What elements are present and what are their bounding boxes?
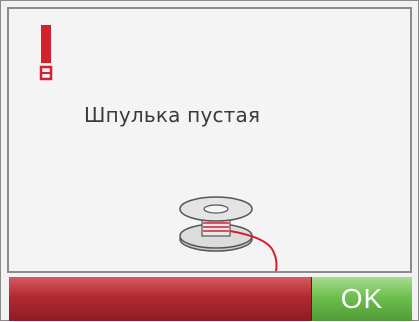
empty-bobbin-icon xyxy=(179,196,278,272)
exclamation-warning-icon xyxy=(39,25,53,81)
dialog-window: Шпулька пустая OK xyxy=(0,0,419,321)
bobbin-empty-message: Шпулька пустая xyxy=(84,103,261,127)
message-panel: Шпулька пустая xyxy=(7,7,412,273)
ok-button[interactable]: OK xyxy=(312,277,412,321)
button-bar: OK xyxy=(1,277,419,322)
status-bar xyxy=(9,277,312,321)
